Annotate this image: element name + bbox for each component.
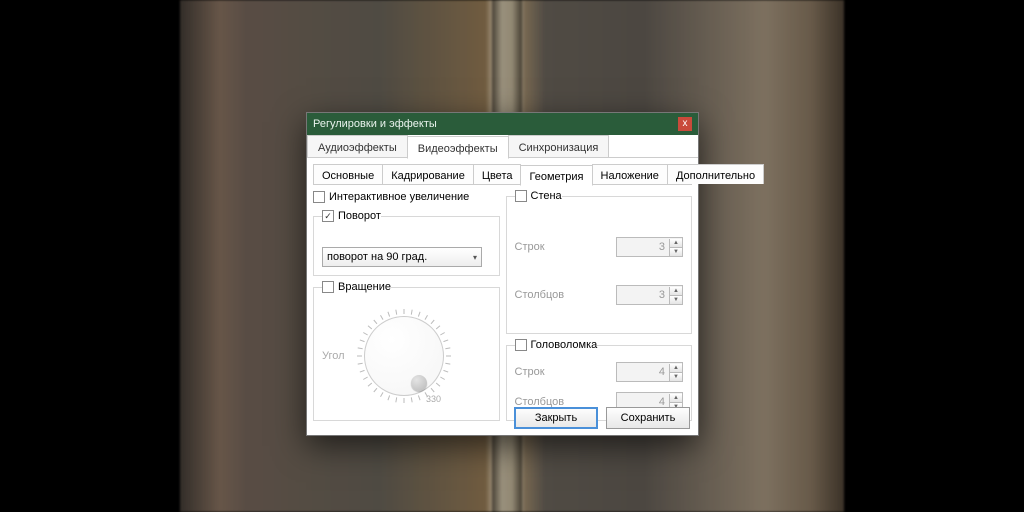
video-subtabs: Основные Кадрирование Цвета Геометрия На…: [313, 164, 692, 185]
spinner-up-icon[interactable]: ▲: [670, 239, 682, 247]
rotate-select-value: поворот на 90 град.: [327, 251, 427, 263]
puzzle-rows-spinner[interactable]: ▲▼: [616, 362, 683, 382]
close-icon[interactable]: x: [678, 117, 692, 131]
subtab-geometry[interactable]: Геометрия: [520, 165, 592, 186]
wall-rows-spinner[interactable]: ▲▼: [616, 237, 683, 257]
wall-rows-label: Строк: [515, 241, 545, 253]
spin-checkbox[interactable]: [322, 281, 334, 293]
tab-video-effects[interactable]: Видеоэффекты: [407, 136, 509, 159]
subtab-overlay[interactable]: Наложение: [592, 164, 668, 184]
window-title: Регулировки и эффекты: [313, 113, 437, 135]
interactive-zoom-label: Интерактивное увеличение: [329, 191, 469, 203]
angle-dial[interactable]: 330: [354, 306, 454, 406]
puzzle-rows-row: Строк ▲▼: [515, 362, 684, 382]
spin-dial-area: Угол 330: [322, 300, 491, 412]
dialog-footer: Закрыть Сохранить: [514, 407, 690, 429]
subtab-crop[interactable]: Кадрирование: [382, 164, 474, 184]
save-button[interactable]: Сохранить: [606, 407, 690, 429]
right-column: Стена Строк ▲▼ Столбцов: [506, 189, 693, 421]
puzzle-rows-input[interactable]: [617, 364, 669, 380]
effects-dialog: Регулировки и эффекты x Аудиоэффекты Вид…: [306, 112, 699, 436]
wall-rows-input[interactable]: [617, 239, 669, 255]
wall-rows-row: Строк ▲▼: [515, 237, 684, 257]
puzzle-checkbox[interactable]: [515, 339, 527, 351]
dial-face: [364, 316, 444, 396]
geometry-panel: Интерактивное увеличение ✓ Поворот повор…: [307, 185, 698, 427]
spinner-up-icon[interactable]: ▲: [670, 364, 682, 372]
subtab-advanced[interactable]: Дополнительно: [667, 164, 764, 184]
subtab-basic[interactable]: Основные: [313, 164, 383, 184]
wall-title: Стена: [531, 190, 562, 202]
chevron-down-icon: ▾: [473, 253, 477, 262]
puzzle-title: Головоломка: [531, 339, 598, 351]
rotate-group: ✓ Поворот поворот на 90 град. ▾: [313, 209, 500, 276]
spinner-up-icon[interactable]: ▲: [670, 287, 682, 295]
wall-group: Стена Строк ▲▼ Столбцов: [506, 189, 693, 334]
interactive-zoom-checkbox[interactable]: [313, 191, 325, 203]
titlebar[interactable]: Регулировки и эффекты x: [307, 113, 698, 135]
tab-audio-effects[interactable]: Аудиоэффекты: [307, 135, 408, 157]
angle-value: 330: [426, 394, 441, 404]
angle-label: Угол: [322, 350, 348, 362]
spinner-down-icon[interactable]: ▼: [670, 295, 682, 304]
wall-checkbox[interactable]: [515, 190, 527, 202]
interactive-zoom-row: Интерактивное увеличение: [313, 189, 500, 205]
wall-cols-spinner[interactable]: ▲▼: [616, 285, 683, 305]
spinner-up-icon[interactable]: ▲: [670, 394, 682, 402]
rotate-select[interactable]: поворот на 90 град. ▾: [322, 247, 482, 267]
rotate-checkbox[interactable]: ✓: [322, 210, 334, 222]
main-tabs: Аудиоэффекты Видеоэффекты Синхронизация: [307, 135, 698, 158]
spinner-down-icon[interactable]: ▼: [670, 372, 682, 381]
left-column: Интерактивное увеличение ✓ Поворот повор…: [313, 189, 500, 421]
tab-sync[interactable]: Синхронизация: [508, 135, 610, 157]
subtab-colors[interactable]: Цвета: [473, 164, 522, 184]
wall-cols-input[interactable]: [617, 287, 669, 303]
puzzle-rows-label: Строк: [515, 366, 545, 378]
viewport: Регулировки и эффекты x Аудиоэффекты Вид…: [0, 0, 1024, 512]
spin-group: Вращение Угол: [313, 280, 500, 421]
spinner-down-icon[interactable]: ▼: [670, 247, 682, 256]
wall-cols-label: Столбцов: [515, 289, 565, 301]
dial-knob[interactable]: [411, 375, 427, 391]
wall-cols-row: Столбцов ▲▼: [515, 285, 684, 305]
spin-title: Вращение: [338, 281, 391, 293]
rotate-title: Поворот: [338, 210, 381, 222]
close-button[interactable]: Закрыть: [514, 407, 598, 429]
